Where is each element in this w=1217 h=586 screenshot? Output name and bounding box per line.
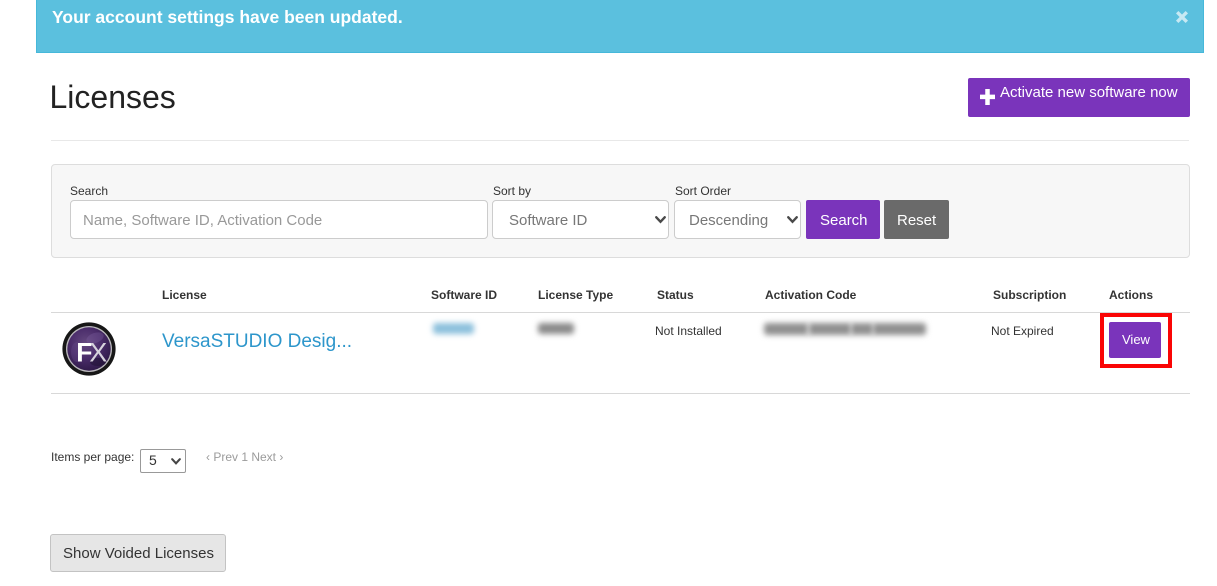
svg-text:X: X — [89, 338, 107, 368]
